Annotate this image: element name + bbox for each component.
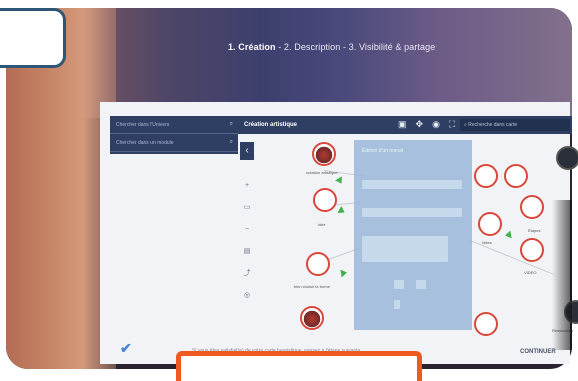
map-node-image[interactable] — [300, 306, 324, 330]
wizard-steps: 1. Création - 2. Description - 3. Visibi… — [228, 42, 435, 52]
color-swatch[interactable] — [416, 280, 426, 289]
node-label: Idées — [482, 240, 492, 245]
node-description-field[interactable] — [362, 236, 448, 262]
wizard-step-visibility[interactable]: - 3. Visibilité & partage — [340, 42, 435, 52]
universe-search-label: Chercher dans l'Univers — [116, 121, 170, 128]
map-node[interactable] — [474, 312, 498, 336]
map-title: Création artistique — [244, 122, 298, 128]
arrow-icon — [504, 230, 512, 240]
save-icon[interactable]: ▤ — [240, 241, 254, 263]
shadow-overlay — [552, 200, 572, 350]
node-type-select[interactable] — [362, 208, 462, 217]
color-swatch[interactable] — [394, 280, 404, 289]
node-edit-title: Édition d'un noeud — [362, 148, 404, 154]
map-node-idees[interactable] — [478, 212, 502, 236]
toolbar-icons: ▣ ✥ ◉ ⛶ — [398, 119, 455, 130]
map-search-input[interactable]: ⌕ Recherche dans carte — [460, 119, 570, 131]
node-label: création artistique — [306, 170, 338, 175]
module-search-field[interactable]: Chercher dans un module ⌕ — [110, 134, 238, 152]
map-node[interactable] — [556, 146, 578, 170]
target-icon[interactable]: ◉ — [432, 119, 440, 130]
continue-button[interactable]: CONTINUER — [520, 349, 556, 355]
wizard-step-description[interactable]: - 2. Description — [276, 42, 341, 52]
node-label: idée — [318, 222, 326, 227]
eye-icon[interactable]: ◎ — [240, 285, 254, 307]
arrow-icon — [340, 268, 348, 278]
map-node-creation[interactable] — [312, 142, 336, 166]
map-search-placeholder: Recherche dans carte — [468, 122, 518, 128]
map-node-forme[interactable] — [306, 252, 330, 276]
map-node-idee[interactable] — [313, 188, 337, 212]
side-tools: + ▭ − ▤ ⤴ ◎ — [240, 175, 254, 307]
save-icon[interactable]: ▣ — [398, 119, 407, 130]
universe-search-field[interactable]: Chercher dans l'Univers ⌕ — [110, 116, 238, 134]
map-node-etapes[interactable] — [520, 195, 544, 219]
node-title-field[interactable] — [362, 180, 462, 189]
collapse-panel-button[interactable]: ‹ — [240, 142, 254, 160]
check-icon: ✔ — [120, 340, 132, 356]
filter-panel: Chercher dans l'Univers ⌕ Chercher dans … — [110, 116, 238, 154]
node-label: Étapes — [528, 228, 541, 233]
node-edit-panel: Édition d'un noeud — [354, 140, 472, 330]
map-node[interactable] — [504, 164, 528, 188]
search-icon[interactable]: ⌕ — [230, 139, 233, 146]
map-node-video[interactable] — [520, 238, 544, 262]
add-icon[interactable]: + — [240, 175, 254, 197]
file-icon[interactable] — [394, 300, 400, 309]
link-icon[interactable]: ⤴ — [240, 263, 254, 285]
map-node[interactable] — [474, 164, 498, 188]
highlight-box — [176, 351, 422, 381]
minus-icon[interactable]: − — [240, 219, 254, 241]
node-label: VIDEO — [524, 270, 537, 275]
frame-icon[interactable]: ▭ — [240, 197, 254, 219]
fullscreen-icon[interactable]: ⛶ — [449, 119, 455, 130]
node-label: bien choisir la forme — [294, 284, 330, 289]
wizard-step-creation[interactable]: 1. Création — [228, 42, 276, 52]
move-icon[interactable]: ✥ — [416, 119, 424, 130]
search-icon[interactable]: ⌕ — [230, 121, 233, 128]
callout-box — [0, 8, 66, 68]
map-toolbar: Création artistique ▣ ✥ ◉ ⛶ ⌕ Recherche … — [238, 116, 572, 134]
module-search-label: Chercher dans un module — [116, 139, 174, 146]
